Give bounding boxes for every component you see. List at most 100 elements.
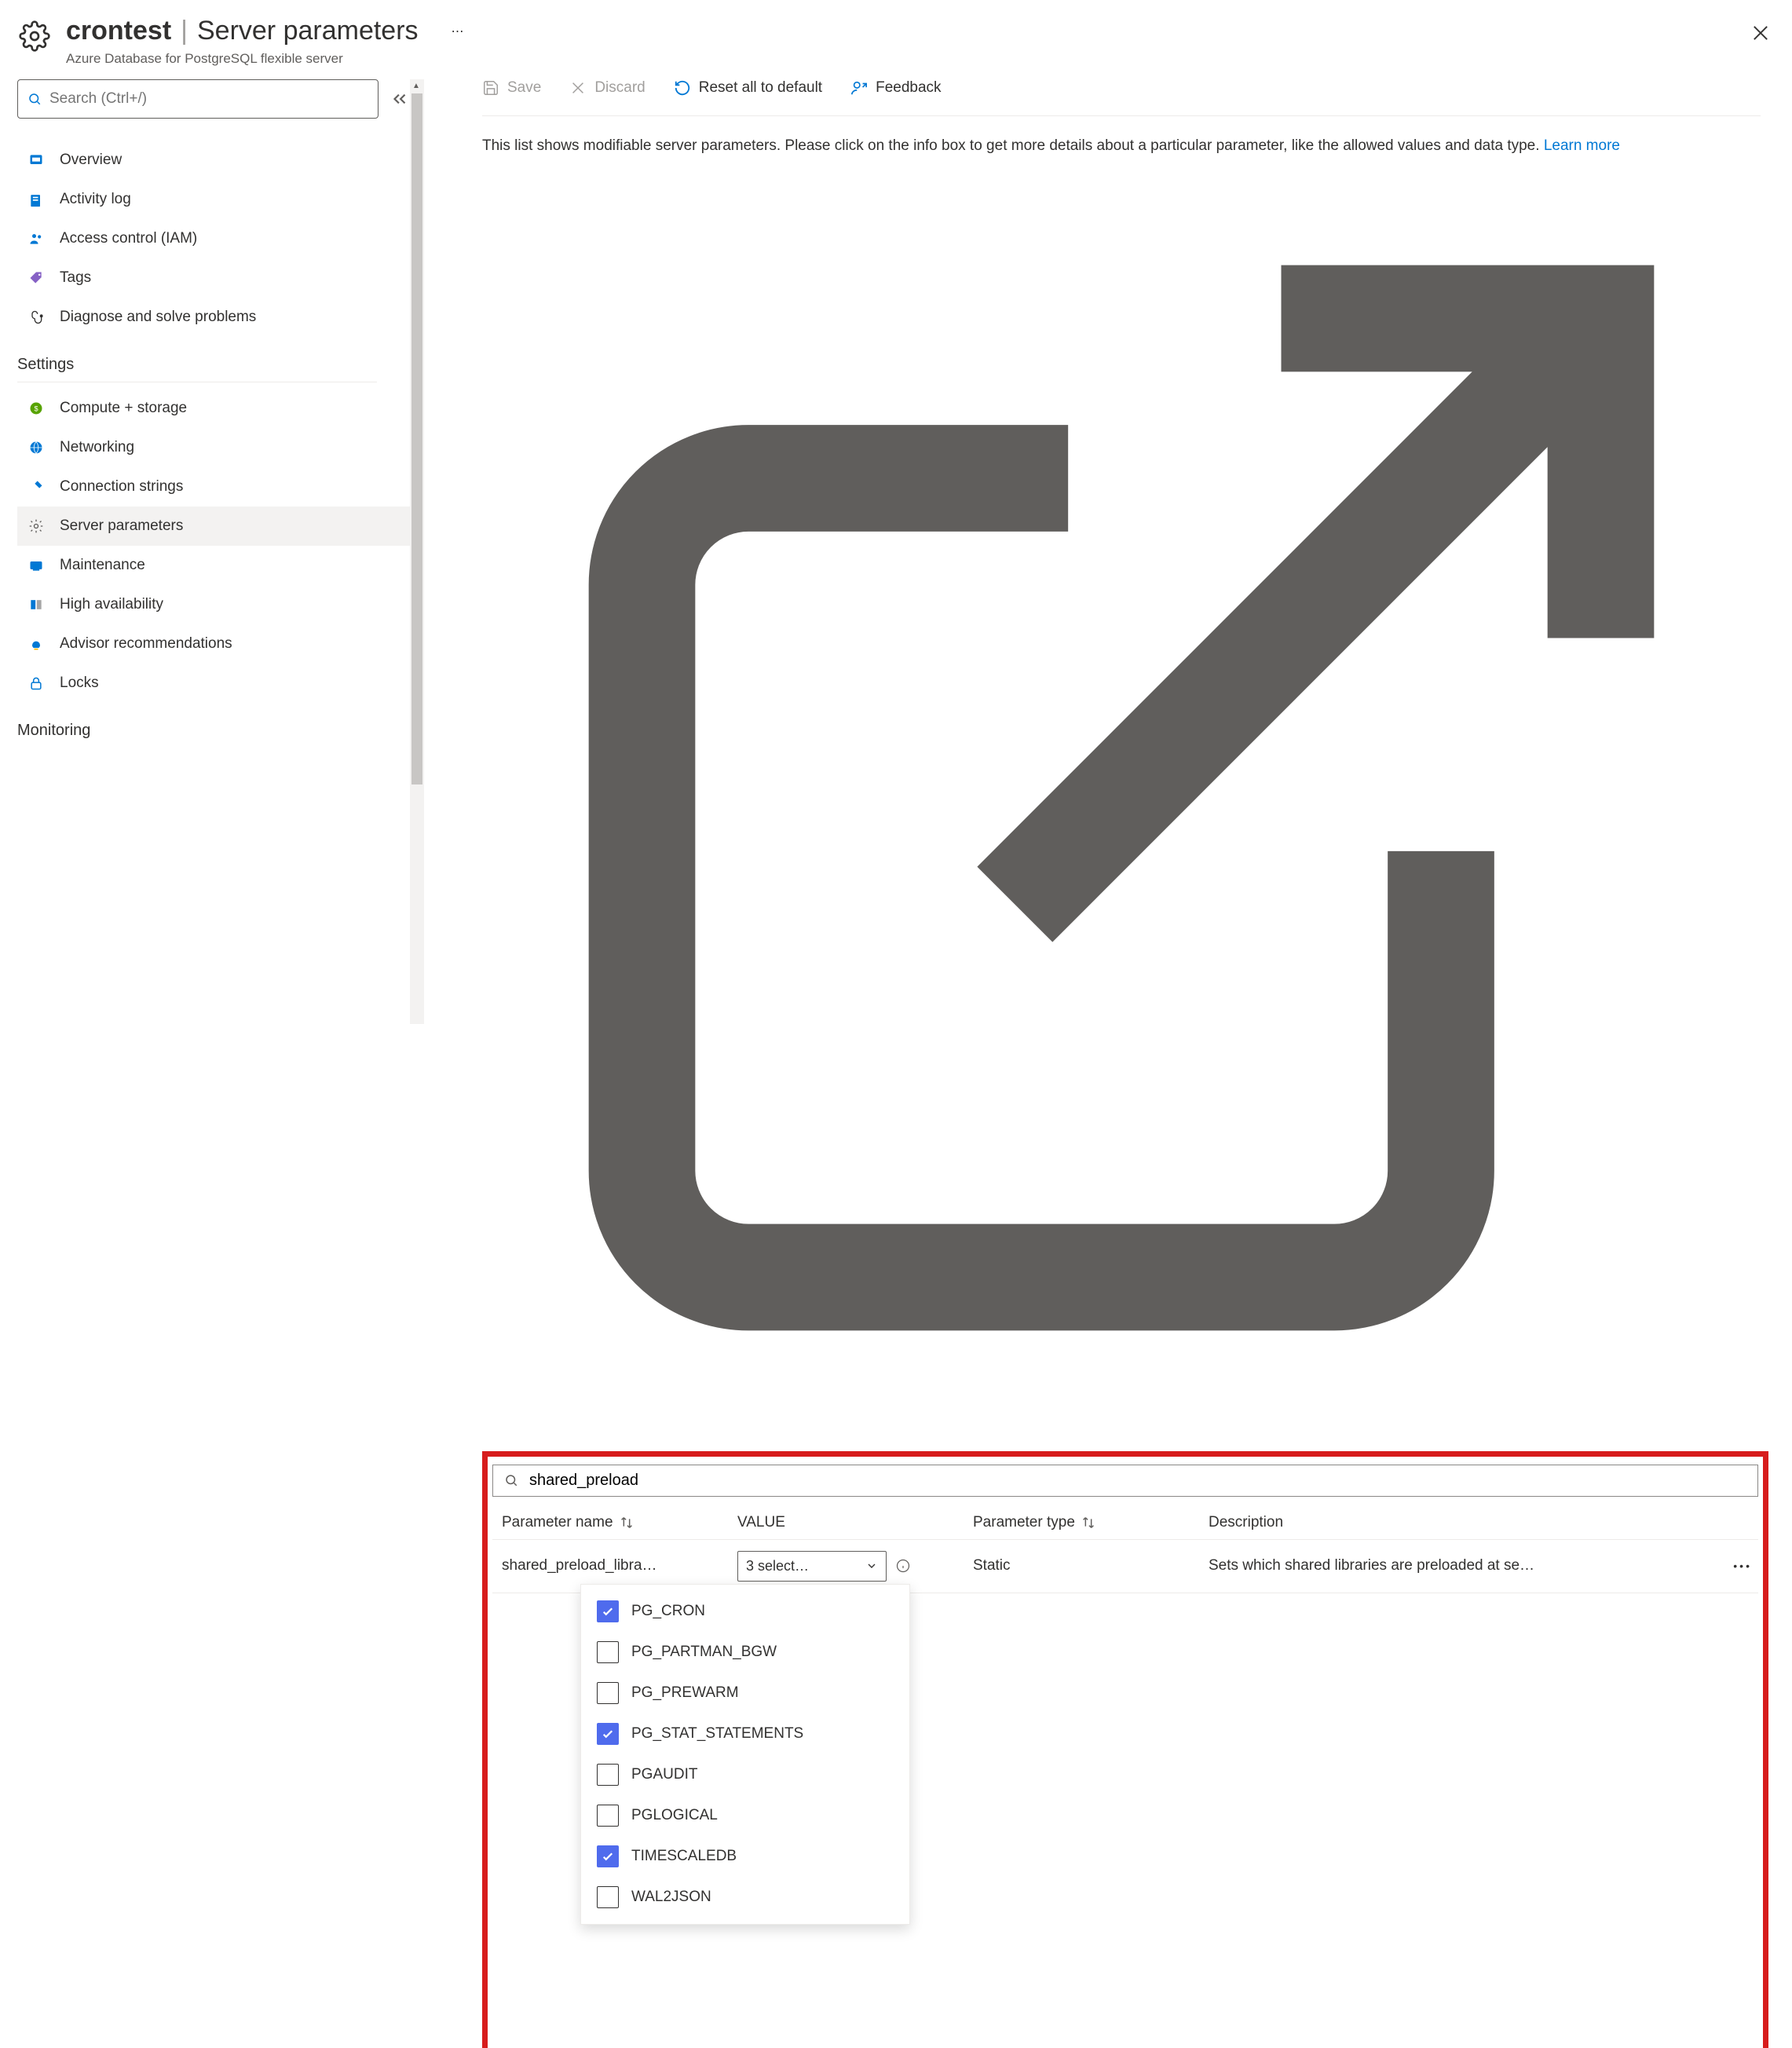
- option-label: WAL2JSON: [631, 1889, 711, 1906]
- option-label: PG_CRON: [631, 1603, 705, 1620]
- save-icon: [482, 79, 499, 97]
- diagnose-icon: [27, 308, 46, 327]
- sidebar-item-label: High availability: [60, 596, 163, 613]
- resource-type: Azure Database for PostgreSQL flexible s…: [66, 51, 1773, 67]
- checkbox[interactable]: [597, 1764, 619, 1786]
- checkbox[interactable]: [597, 1805, 619, 1827]
- description-text: This list shows modifiable server parame…: [482, 135, 1792, 1437]
- sidebar: Overview Activity log Access control (IAM)…: [0, 79, 424, 1024]
- option-wal2json[interactable]: WAL2JSON: [581, 1877, 909, 1918]
- option-pg_prewarm[interactable]: PG_PREWARM: [581, 1673, 909, 1713]
- value-dropdown[interactable]: 3 select…: [737, 1551, 887, 1582]
- ha-icon: [27, 595, 46, 614]
- external-link-icon: [482, 159, 1761, 1437]
- overview-icon: [27, 151, 46, 170]
- sidebar-item-activity[interactable]: Activity log: [17, 180, 424, 219]
- sidebar-item-label: Diagnose and solve problems: [60, 309, 256, 326]
- activity-icon: [27, 190, 46, 209]
- feedback-button[interactable]: Feedback: [850, 79, 941, 97]
- feedback-icon: [850, 79, 868, 97]
- checkbox[interactable]: [597, 1845, 619, 1867]
- sidebar-item-ha[interactable]: High availability: [17, 585, 424, 624]
- highlight-box: Parameter name VALUE Parameter type Desc…: [482, 1451, 1768, 2048]
- sidebar-search[interactable]: [17, 79, 379, 119]
- filter-input[interactable]: [529, 1472, 1746, 1490]
- parameter-filter[interactable]: [492, 1465, 1758, 1497]
- sidebar-item-label: Connection strings: [60, 478, 183, 496]
- scrollbar-thumb[interactable]: [411, 93, 422, 784]
- compute-icon: $: [27, 399, 46, 418]
- params-icon: [27, 517, 46, 536]
- sort-icon[interactable]: [1080, 1514, 1097, 1531]
- section-monitoring: Monitoring: [17, 703, 377, 748]
- sidebar-item-conn[interactable]: Connection strings: [17, 467, 424, 507]
- option-timescaledb[interactable]: TIMESCALEDB: [581, 1836, 909, 1877]
- close-icon[interactable]: [1750, 22, 1772, 44]
- chevron-down-icon: [865, 1560, 878, 1572]
- iam-icon: [27, 229, 46, 248]
- discard-button[interactable]: Discard: [569, 79, 645, 97]
- col-description[interactable]: Description: [1209, 1514, 1749, 1531]
- option-pg_partman_bgw[interactable]: PG_PARTMAN_BGW: [581, 1632, 909, 1673]
- option-pg_stat_statements[interactable]: PG_STAT_STATEMENTS: [581, 1713, 909, 1754]
- table-row: shared_preload_libra… 3 select… Static S…: [492, 1540, 1758, 1593]
- more-icon[interactable]: ⋯: [444, 19, 474, 44]
- sidebar-item-label: Advisor recommendations: [60, 635, 232, 653]
- checkbox[interactable]: [597, 1723, 619, 1745]
- option-pg_cron[interactable]: PG_CRON: [581, 1591, 909, 1632]
- info-icon[interactable]: [896, 1559, 910, 1573]
- sidebar-item-label: Compute + storage: [60, 400, 187, 417]
- option-pgaudit[interactable]: PGAUDIT: [581, 1754, 909, 1795]
- learn-more-link[interactable]: Learn more: [482, 137, 1761, 1437]
- sidebar-item-overview[interactable]: Overview: [17, 141, 424, 180]
- collapse-sidebar-icon[interactable]: [389, 89, 410, 109]
- checkbox[interactable]: [597, 1682, 619, 1704]
- col-parameter-name[interactable]: Parameter name: [502, 1514, 613, 1531]
- option-label: PGAUDIT: [631, 1766, 697, 1783]
- sidebar-scrollbar[interactable]: ▲: [410, 79, 424, 1024]
- toolbar: Save Discard Reset all to default Feedba…: [482, 79, 1792, 115]
- sidebar-item-label: Activity log: [60, 191, 131, 208]
- option-label: PG_PREWARM: [631, 1684, 739, 1702]
- networking-icon: [27, 438, 46, 457]
- sort-icon[interactable]: [618, 1514, 635, 1531]
- search-input[interactable]: [49, 90, 368, 108]
- blade-header: crontest | Server parameters ⋯ Azure Dat…: [0, 0, 1792, 79]
- row-more-icon[interactable]: •••: [1733, 1560, 1752, 1572]
- gear-icon: [19, 20, 50, 52]
- save-button[interactable]: Save: [482, 79, 541, 97]
- sidebar-item-label: Maintenance: [60, 557, 145, 574]
- col-parameter-type[interactable]: Parameter type: [973, 1514, 1075, 1531]
- sidebar-item-label: Overview: [60, 152, 122, 169]
- sidebar-item-diagnose[interactable]: Diagnose and solve problems: [17, 298, 424, 337]
- search-icon: [27, 92, 42, 106]
- col-value[interactable]: VALUE: [737, 1514, 973, 1531]
- sidebar-item-label: Networking: [60, 439, 134, 456]
- checkbox[interactable]: [597, 1641, 619, 1663]
- reset-button[interactable]: Reset all to default: [674, 79, 822, 97]
- row-param-type: Static: [973, 1557, 1209, 1574]
- sidebar-item-tags[interactable]: Tags: [17, 258, 424, 298]
- sidebar-item-networking[interactable]: Networking: [17, 428, 424, 467]
- sidebar-item-compute[interactable]: $ Compute + storage: [17, 389, 424, 428]
- sidebar-item-iam[interactable]: Access control (IAM): [17, 219, 424, 258]
- option-label: TIMESCALEDB: [631, 1848, 737, 1865]
- scrollbar-up-icon[interactable]: ▲: [412, 82, 420, 90]
- sidebar-item-maint[interactable]: Maintenance: [17, 546, 424, 585]
- checkbox[interactable]: [597, 1886, 619, 1908]
- resource-name: crontest: [66, 16, 171, 46]
- sidebar-top-list: Overview Activity log Access control (IAM)…: [17, 141, 424, 337]
- discard-icon: [569, 79, 587, 97]
- sidebar-item-params[interactable]: Server parameters: [17, 507, 424, 546]
- option-pglogical[interactable]: PGLOGICAL: [581, 1795, 909, 1836]
- tags-icon: [27, 269, 46, 287]
- row-description: Sets which shared libraries are preloade…: [1209, 1557, 1749, 1574]
- sidebar-item-locks[interactable]: Locks: [17, 664, 424, 703]
- checkbox[interactable]: [597, 1600, 619, 1622]
- sidebar-item-advisor[interactable]: Advisor recommendations: [17, 624, 424, 664]
- conn-icon: [27, 477, 46, 496]
- locks-icon: [27, 674, 46, 693]
- blade-title: Server parameters: [197, 16, 419, 46]
- row-param-name: shared_preload_libra…: [502, 1557, 737, 1574]
- maint-icon: [27, 556, 46, 575]
